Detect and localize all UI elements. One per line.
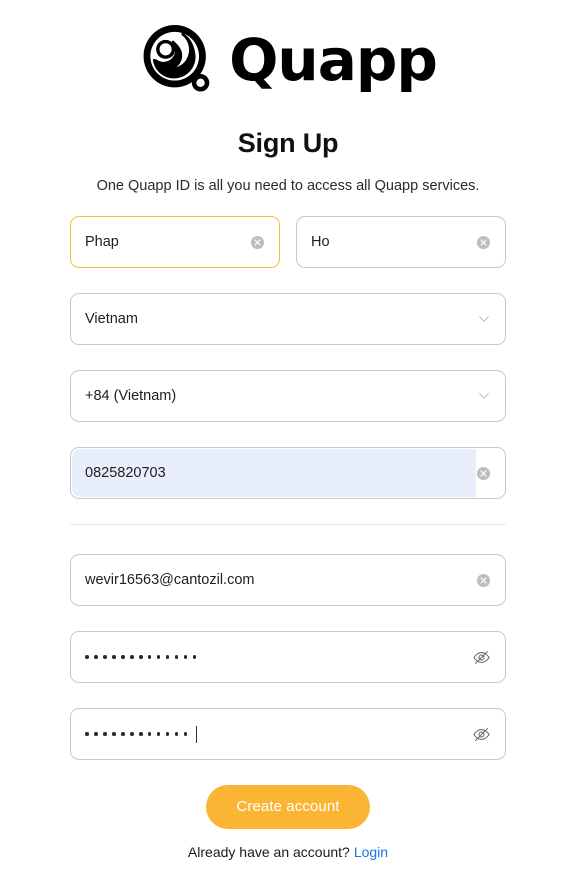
password-dot [174, 655, 179, 659]
login-prompt-text: Already have an account? [187, 844, 350, 860]
confirm-password-field[interactable] [70, 708, 506, 760]
submit-row: Create account [70, 785, 506, 829]
country-value: Vietnam [85, 311, 138, 327]
password-dot [120, 655, 125, 659]
password-dot [85, 732, 89, 736]
page-title: Sign Up [237, 128, 339, 158]
brand-wordmark: Quapp [229, 26, 438, 94]
section-divider [70, 524, 506, 525]
password-dot [93, 732, 98, 736]
password-dot [85, 655, 89, 659]
clear-icon[interactable] [250, 235, 265, 250]
password-dot [93, 655, 98, 659]
password-dot [147, 732, 152, 736]
signup-page: Quapp Sign Up One Quapp ID is all you ne… [0, 0, 576, 888]
password-dot [156, 655, 161, 659]
page-subtitle: One Quapp ID is all you need to access a… [96, 178, 480, 194]
dial-code-select[interactable]: +84 (Vietnam) [70, 370, 506, 422]
password-dot [120, 732, 125, 736]
password-dot [183, 732, 188, 736]
login-link[interactable]: Login [354, 844, 388, 860]
brand-logo: Quapp [0, 0, 576, 96]
name-row: Phap Ho [70, 216, 506, 293]
first-name-value: Phap [85, 234, 119, 250]
password-dot [111, 732, 116, 736]
password-field[interactable] [70, 631, 506, 683]
quapp-spiral-logo-icon [143, 25, 210, 92]
eye-off-icon[interactable] [472, 648, 491, 667]
password-dot [111, 655, 116, 659]
clear-icon[interactable] [476, 573, 491, 588]
eye-off-icon[interactable] [472, 725, 491, 744]
country-select[interactable]: Vietnam [70, 293, 506, 345]
password-dot [129, 655, 134, 659]
chevron-down-icon [477, 312, 491, 326]
password-dot [129, 732, 134, 736]
password-dot [156, 732, 161, 736]
password-dot [102, 655, 107, 659]
first-name-field[interactable]: Phap [70, 216, 280, 268]
email-value: wevir16563@cantozil.com [85, 572, 255, 588]
phone-field[interactable]: 0825820703 [70, 447, 506, 499]
signup-form: Phap Ho Vietnam +84 (Vietnam) 0825820703… [70, 194, 506, 860]
email-field[interactable]: wevir16563@cantozil.com [70, 554, 506, 606]
dial-code-value: +84 (Vietnam) [85, 388, 177, 404]
phone-value: 0825820703 [85, 465, 166, 481]
create-account-button[interactable]: Create account [206, 785, 370, 829]
password-dot [102, 732, 107, 736]
password-dot [165, 655, 170, 659]
last-name-field[interactable]: Ho [296, 216, 506, 268]
login-prompt: Already have an account? Login [70, 844, 506, 860]
password-dot [183, 655, 188, 659]
clear-icon[interactable] [476, 235, 491, 250]
clear-icon[interactable] [476, 466, 491, 481]
password-dot [138, 655, 143, 659]
password-dot [147, 655, 152, 659]
password-dot [138, 732, 143, 736]
password-masked-value [85, 632, 472, 682]
chevron-down-icon [477, 389, 491, 403]
password-dot [165, 732, 170, 736]
password-dot [192, 655, 197, 659]
password-dot [174, 732, 179, 736]
confirm-password-masked-value [85, 709, 472, 759]
text-caret [195, 725, 198, 743]
last-name-value: Ho [311, 234, 330, 250]
